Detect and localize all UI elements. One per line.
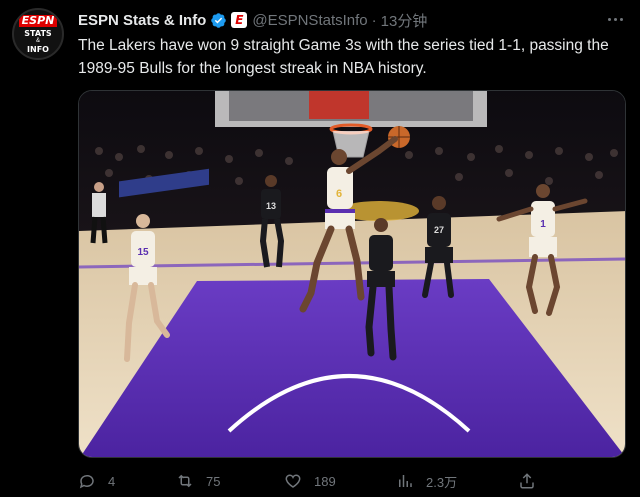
author-handle[interactable]: @ESPNStatsInfo	[252, 12, 367, 29]
jersey-number-15: 15	[137, 247, 149, 258]
verified-badge-icon[interactable]	[210, 12, 227, 29]
avatar-espn-logo: ESPN	[18, 14, 58, 27]
avatar[interactable]: ESPN STATS & INFO	[12, 8, 64, 60]
retweet-icon	[178, 474, 192, 488]
jersey-number-13: 13	[266, 201, 276, 211]
avatar-info-text: INFO	[27, 44, 49, 54]
avatar-stats-text: STATS	[24, 28, 52, 38]
author-name[interactable]: ESPN Stats & Info	[78, 12, 206, 29]
retweet-button[interactable]: 75	[176, 470, 220, 492]
avatar-amp-text: &	[35, 37, 40, 44]
reply-button[interactable]: 4	[78, 470, 115, 492]
share-button[interactable]	[518, 470, 536, 492]
tweet-image[interactable]: 6 13 15 27 1	[78, 90, 626, 458]
reply-icon	[79, 474, 94, 489]
tweet[interactable]: ESPN STATS & INFO ESPN Stats & Info E @E…	[0, 0, 640, 497]
views-count: 2.3万	[426, 474, 458, 490]
tweet-text: The Lakers have won 9 straight Game 3s w…	[78, 37, 609, 77]
basketball-photo: 6 13 15 27 1	[79, 91, 625, 457]
tweet-actions: 4 75 189 2.3万	[78, 470, 626, 492]
share-icon	[520, 473, 534, 489]
views-button[interactable]: 2.3万	[396, 470, 457, 492]
tweet-timestamp[interactable]: 13分钟	[381, 10, 428, 31]
affiliate-badge-icon[interactable]: E	[231, 12, 248, 28]
header-separator: ·	[371, 11, 377, 29]
jersey-number-6: 6	[336, 188, 342, 200]
reply-count: 4	[108, 473, 116, 489]
views-chart-icon	[399, 475, 412, 487]
like-count: 189	[314, 473, 336, 489]
like-button[interactable]: 189	[284, 470, 336, 492]
tweet-header: ESPN Stats & Info E @ESPNStatsInfo · 13分…	[78, 10, 427, 30]
more-options-icon[interactable]	[604, 10, 626, 28]
jersey-number-27: 27	[434, 225, 444, 235]
jersey-number-1: 1	[540, 219, 546, 230]
retweet-count: 75	[206, 473, 221, 489]
heart-icon	[285, 474, 301, 488]
affiliate-badge-letter: E	[235, 13, 244, 27]
